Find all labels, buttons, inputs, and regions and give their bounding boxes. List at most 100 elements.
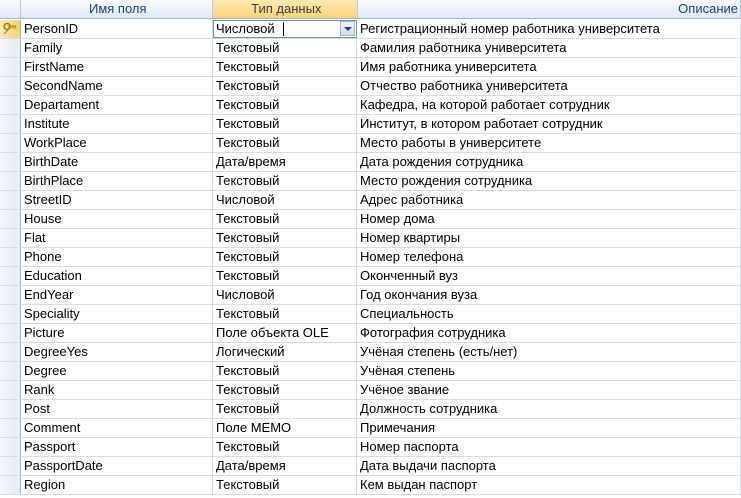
data-type-cell[interactable]: Числовой bbox=[213, 286, 357, 304]
data-type-cell[interactable]: Логический bbox=[213, 343, 357, 361]
data-type-cell[interactable]: Числовой bbox=[213, 191, 357, 209]
table-row[interactable]: Region Текстовый Кем выдан паспорт bbox=[0, 476, 741, 495]
data-type-cell[interactable]: Текстовый bbox=[213, 229, 357, 247]
field-name-cell[interactable]: Departament bbox=[21, 96, 213, 114]
data-type-cell[interactable]: Текстовый bbox=[213, 248, 357, 266]
table-row[interactable]: StreetID Числовой Адрес работника bbox=[0, 191, 741, 210]
description-cell[interactable]: Отчество работника университета bbox=[357, 77, 741, 95]
table-row[interactable]: Departament Текстовый Кафедра, на которой … bbox=[0, 96, 741, 115]
data-type-cell[interactable]: Поле MEMO bbox=[213, 419, 357, 437]
row-selector[interactable] bbox=[0, 153, 21, 171]
data-type-cell[interactable]: Дата/время bbox=[213, 457, 357, 475]
table-row[interactable]: Speciality Текстовый Специальность bbox=[0, 305, 741, 324]
row-selector[interactable] bbox=[0, 115, 21, 133]
field-name-cell[interactable]: WorkPlace bbox=[21, 134, 213, 152]
data-type-cell[interactable]: Текстовый bbox=[213, 438, 357, 456]
field-name-cell[interactable]: PersonID bbox=[21, 20, 213, 38]
field-name-cell[interactable]: Flat bbox=[21, 229, 213, 247]
table-row[interactable]: Family Текстовый Фамилия работника универс… bbox=[0, 39, 741, 58]
data-type-cell[interactable]: Текстовый bbox=[213, 77, 357, 95]
data-type-cell[interactable]: Поле объекта OLE bbox=[213, 324, 357, 342]
field-name-cell[interactable]: PassportDate bbox=[21, 457, 213, 475]
data-type-cell[interactable]: Текстовый bbox=[213, 96, 357, 114]
field-name-cell[interactable]: BirthPlace bbox=[21, 172, 213, 190]
data-type-cell[interactable]: Текстовый bbox=[213, 362, 357, 380]
table-row[interactable]: Institute Текстовый Институт, в котором ра… bbox=[0, 115, 741, 134]
description-cell[interactable]: Год окончания вуза bbox=[357, 286, 741, 304]
table-row[interactable]: Education Текстовый Оконченный вуз bbox=[0, 267, 741, 286]
description-cell[interactable]: Место работы в университете bbox=[357, 134, 741, 152]
row-selector[interactable] bbox=[0, 305, 21, 323]
description-cell[interactable]: Номер телефона bbox=[357, 248, 741, 266]
description-cell[interactable]: Оконченный вуз bbox=[357, 267, 741, 285]
field-name-cell[interactable]: Institute bbox=[21, 115, 213, 133]
description-cell[interactable]: Примечания bbox=[357, 419, 741, 437]
row-selector[interactable] bbox=[0, 134, 21, 152]
data-type-cell[interactable]: Текстовый bbox=[213, 58, 357, 76]
row-selector[interactable] bbox=[0, 457, 21, 475]
description-cell[interactable]: Кафедра, на которой работает сотрудник bbox=[357, 96, 741, 114]
table-row[interactable]: House Текстовый Номер дома bbox=[0, 210, 741, 229]
field-name-cell[interactable]: House bbox=[21, 210, 213, 228]
description-cell[interactable]: Номер квартиры bbox=[357, 229, 741, 247]
table-row[interactable]: PassportDate Дата/время Дата выдачи паспор… bbox=[0, 457, 741, 476]
data-type-cell[interactable]: Числовой bbox=[213, 20, 357, 38]
field-name-cell[interactable]: Passport bbox=[21, 438, 213, 456]
table-row[interactable]: Post Текстовый Должность сотрудника bbox=[0, 400, 741, 419]
field-name-cell[interactable]: DegreeYes bbox=[21, 343, 213, 361]
description-cell[interactable]: Учёная степень bbox=[357, 362, 741, 380]
table-row[interactable]: Phone Текстовый Номер телефона bbox=[0, 248, 741, 267]
data-type-cell[interactable]: Текстовый bbox=[213, 476, 357, 494]
row-selector[interactable] bbox=[0, 476, 21, 494]
table-row[interactable]: WorkPlace Текстовый Место работы в универс… bbox=[0, 134, 741, 153]
row-selector[interactable] bbox=[0, 381, 21, 399]
row-selector[interactable] bbox=[0, 419, 21, 437]
table-row[interactable]: SecondName Текстовый Отчество работника ун… bbox=[0, 77, 741, 96]
field-name-cell[interactable]: SecondName bbox=[21, 77, 213, 95]
field-name-cell[interactable]: Post bbox=[21, 400, 213, 418]
field-name-cell[interactable]: FirstName bbox=[21, 58, 213, 76]
data-type-cell[interactable]: Текстовый bbox=[213, 172, 357, 190]
row-selector[interactable] bbox=[0, 438, 21, 456]
row-selector[interactable] bbox=[0, 400, 21, 418]
field-name-cell[interactable]: Speciality bbox=[21, 305, 213, 323]
description-cell[interactable]: Учёная степень (есть/нет) bbox=[357, 343, 741, 361]
data-type-cell[interactable]: Дата/время bbox=[213, 153, 357, 171]
table-row[interactable]: Degree Текстовый Учёная степень bbox=[0, 362, 741, 381]
description-cell[interactable]: Кем выдан паспорт bbox=[357, 476, 741, 494]
table-row[interactable]: Passport Текстовый Номер паспорта bbox=[0, 438, 741, 457]
field-name-cell[interactable]: Degree bbox=[21, 362, 213, 380]
row-selector[interactable] bbox=[0, 286, 21, 304]
data-type-cell[interactable]: Текстовый bbox=[213, 39, 357, 57]
description-cell[interactable]: Фотография сотрудника bbox=[357, 324, 741, 342]
table-row[interactable]: BirthPlace Текстовый Место рождения сотруд… bbox=[0, 172, 741, 191]
field-name-cell[interactable]: Rank bbox=[21, 381, 213, 399]
table-row[interactable]: EndYear Числовой Год окончания вуза bbox=[0, 286, 741, 305]
description-cell[interactable]: Специальность bbox=[357, 305, 741, 323]
description-cell[interactable]: Институт, в котором работает сотрудник bbox=[357, 115, 741, 133]
field-name-cell[interactable]: Family bbox=[21, 39, 213, 57]
field-name-cell[interactable]: Picture bbox=[21, 324, 213, 342]
row-selector[interactable] bbox=[0, 343, 21, 361]
table-row[interactable]: Rank Текстовый Учёное звание bbox=[0, 381, 741, 400]
row-selector[interactable] bbox=[0, 58, 21, 76]
row-selector[interactable] bbox=[0, 362, 21, 380]
field-name-cell[interactable]: Region bbox=[21, 476, 213, 494]
table-row[interactable]: PersonID Числовой Регистрационный номер ра… bbox=[0, 20, 741, 39]
field-name-cell[interactable]: StreetID bbox=[21, 191, 213, 209]
row-selector[interactable] bbox=[0, 229, 21, 247]
description-cell[interactable]: Должность сотрудника bbox=[357, 400, 741, 418]
column-header-field-name[interactable]: Имя поля bbox=[20, 0, 213, 19]
column-header-description[interactable]: Описание bbox=[357, 0, 741, 19]
table-row[interactable]: DegreeYes Логический Учёная степень (есть/… bbox=[0, 343, 741, 362]
description-cell[interactable]: Адрес работника bbox=[357, 191, 741, 209]
row-selector[interactable] bbox=[0, 39, 21, 57]
field-name-cell[interactable]: Phone bbox=[21, 248, 213, 266]
description-cell[interactable]: Учёное звание bbox=[357, 381, 741, 399]
description-cell[interactable]: Номер паспорта bbox=[357, 438, 741, 456]
row-selector[interactable] bbox=[0, 20, 21, 38]
table-row[interactable]: BirthDate Дата/время Дата рождения сотрудн… bbox=[0, 153, 741, 172]
column-header-data-type[interactable]: Тип данных bbox=[212, 0, 358, 19]
data-type-cell[interactable]: Текстовый bbox=[213, 115, 357, 133]
row-selector[interactable] bbox=[0, 191, 21, 209]
